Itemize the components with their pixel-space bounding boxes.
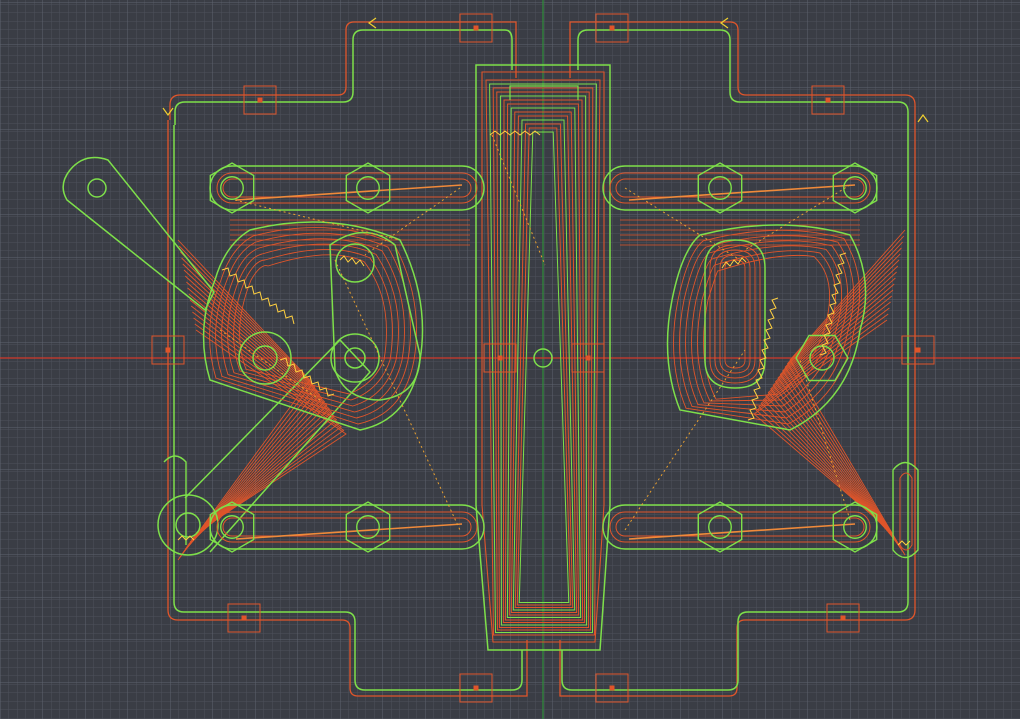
tab-marker-dot — [473, 685, 479, 691]
tab-marker-dot — [609, 25, 615, 31]
tab-marker-dot — [609, 685, 615, 691]
tab-marker-dot — [257, 97, 263, 103]
tab-marker-dot — [915, 347, 921, 353]
tab-marker-dot — [473, 25, 479, 31]
tab-marker-dot — [825, 97, 831, 103]
cam-toolpath-viewport[interactable] — [0, 0, 1020, 719]
drawing-canvas[interactable] — [0, 0, 1020, 719]
tab-marker-dot — [241, 615, 247, 621]
tab-marker-dot — [585, 355, 591, 361]
tab-marker-dot — [497, 355, 503, 361]
grid-lines — [0, 0, 1020, 719]
tab-marker-dot — [840, 615, 846, 621]
tab-marker-dot — [165, 347, 171, 353]
